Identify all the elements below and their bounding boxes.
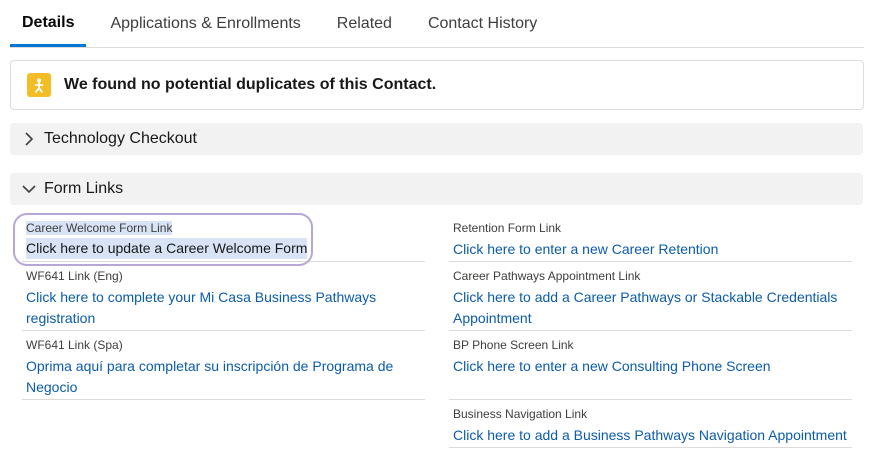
wf641-eng-link-line2[interactable]: registration (26, 308, 95, 329)
field-retention-form-link: Retention Form Link Click here to enter … (449, 214, 852, 262)
tab-applications-enrollments[interactable]: Applications & Enrollments (98, 0, 312, 47)
tab-related[interactable]: Related (325, 0, 404, 47)
retention-form-link[interactable]: Click here to enter a new Career Retenti… (453, 239, 718, 260)
wf641-eng-link-line1[interactable]: Click here to complete your Mi Casa Busi… (26, 287, 376, 308)
annotation-highlight-oval (13, 213, 313, 266)
chevron-right-icon (22, 132, 36, 146)
field-bp-phone-screen-link: BP Phone Screen Link Click here to enter… (449, 331, 852, 400)
section-technology-checkout[interactable]: Technology Checkout (10, 123, 863, 155)
wf641-spa-link-line1[interactable]: Oprima aquí para completar su inscripció… (26, 356, 393, 377)
career-pathways-link-line1[interactable]: Click here to add a Career Pathways or S… (453, 287, 837, 308)
field-label: Retention Form Link (453, 221, 562, 235)
business-navigation-link[interactable]: Click here to add a Business Pathways Na… (453, 425, 847, 446)
duplicate-check-card: We found no potential duplicates of this… (10, 60, 864, 110)
field-business-navigation-link: Business Navigation Link Click here to a… (449, 400, 852, 448)
section-form-links[interactable]: Form Links (10, 173, 863, 205)
field-label: Business Navigation Link (453, 407, 588, 421)
section-title: Form Links (44, 180, 124, 197)
field-wf641-link-spa: WF641 Link (Spa) Oprima aquí para comple… (22, 331, 425, 400)
section-title: Technology Checkout (44, 130, 197, 147)
field-label: WF641 Link (Eng) (26, 269, 123, 283)
chevron-down-icon (22, 182, 36, 196)
field-label: Career Pathways Appointment Link (453, 269, 641, 283)
tab-details[interactable]: Details (10, 0, 87, 47)
tab-contact-history[interactable]: Contact History (416, 0, 549, 47)
bp-phone-screen-link[interactable]: Click here to enter a new Consulting Pho… (453, 356, 771, 377)
field-wf641-link-eng: WF641 Link (Eng) Click here to complete … (22, 262, 425, 331)
field-label: WF641 Link (Spa) (26, 338, 123, 352)
field-label: BP Phone Screen Link (453, 338, 574, 352)
field-career-pathways-appointment-link: Career Pathways Appointment Link Click h… (449, 262, 852, 331)
wf641-spa-link-line2[interactable]: Negocio (26, 377, 77, 398)
duplicate-message: We found no potential duplicates of this… (64, 76, 437, 93)
record-tabs: Details Applications & Enrollments Relat… (10, 0, 864, 48)
career-pathways-link-line2[interactable]: Appointment (453, 308, 532, 329)
duplicate-contact-icon (27, 73, 51, 97)
